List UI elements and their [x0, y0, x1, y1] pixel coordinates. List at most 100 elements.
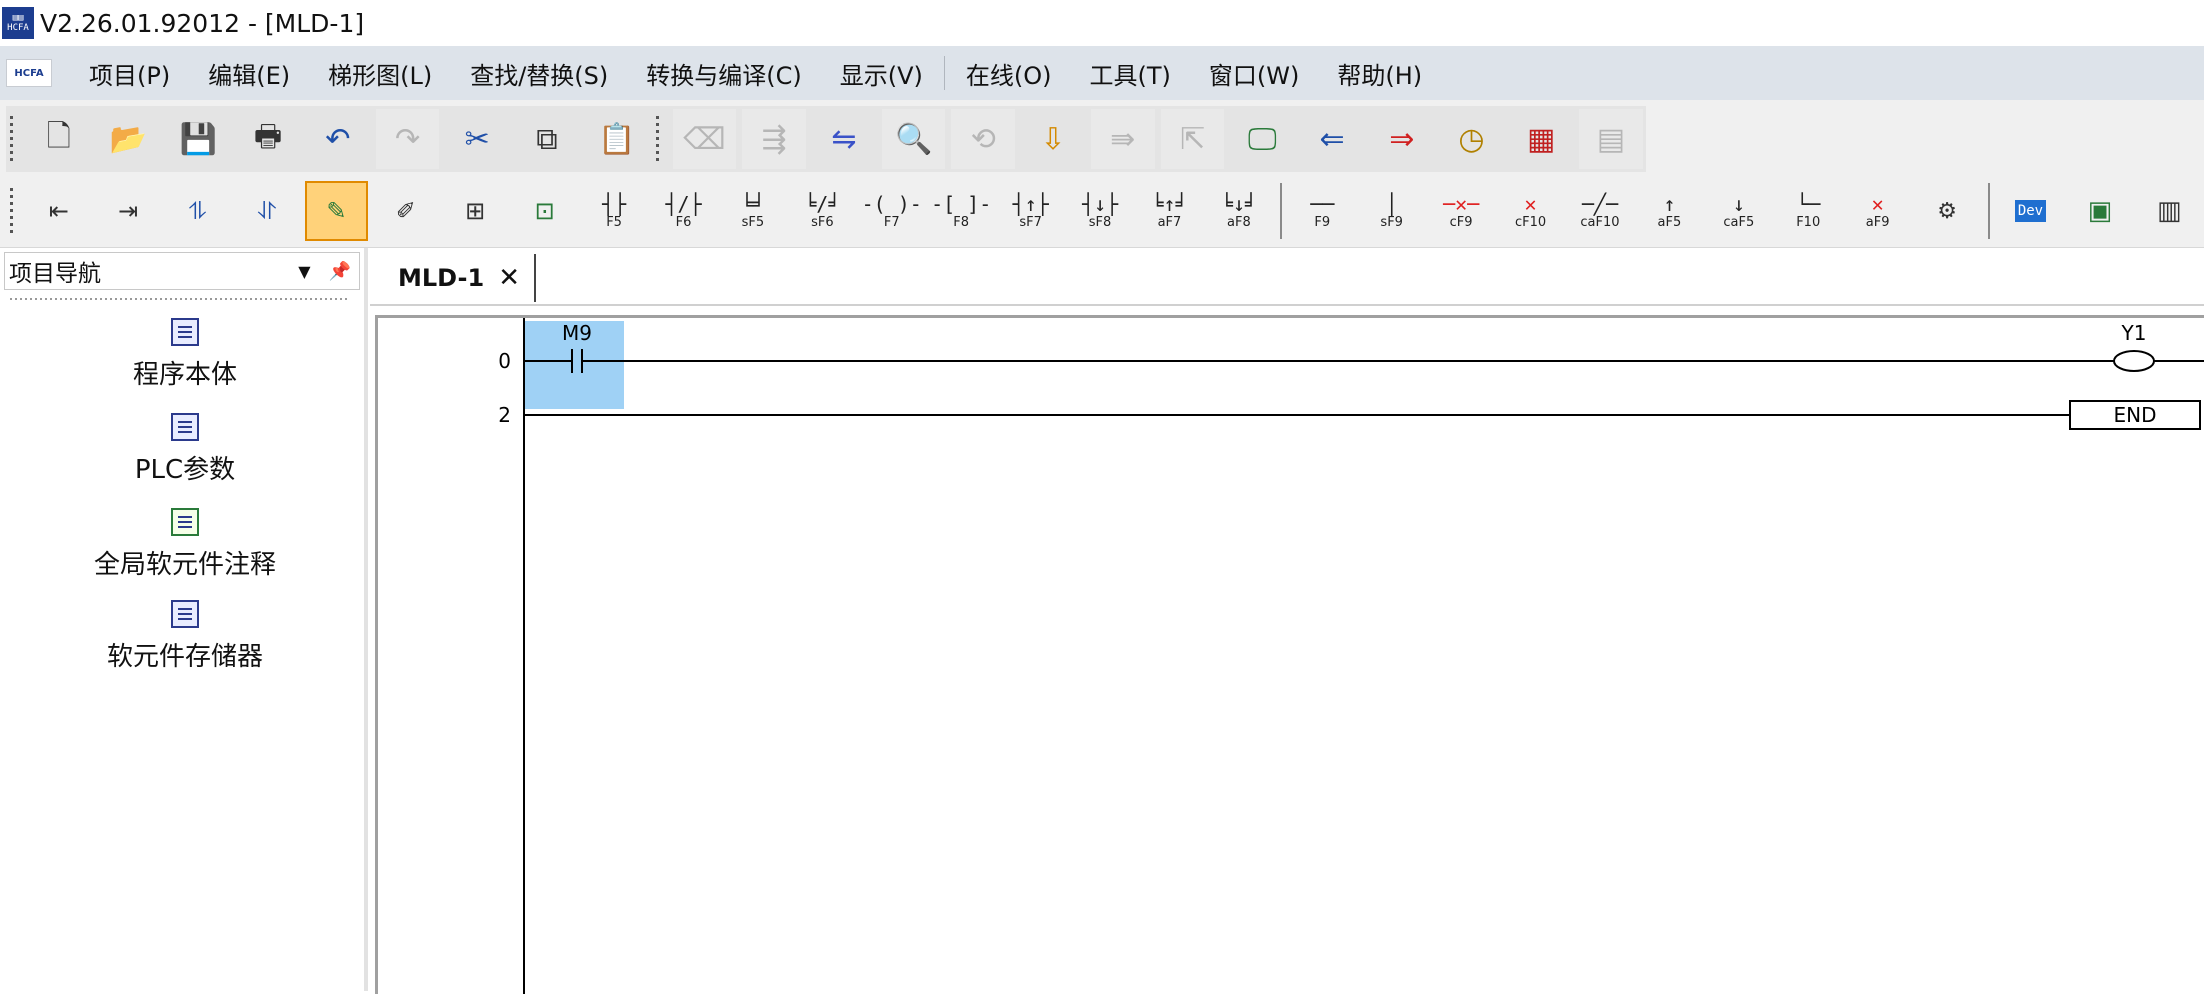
- toolbar-separator: [1987, 183, 1990, 239]
- draw-line-icon: └─: [1796, 191, 1821, 216]
- nav-item-plc-params[interactable]: PLC参数: [40, 413, 330, 486]
- end-instruction-label: END: [2114, 403, 2157, 427]
- rising-pulse-button[interactable]: ┤↑├ sF7: [999, 181, 1062, 241]
- find-icon[interactable]: 🔍: [881, 109, 946, 169]
- note-icon[interactable]: ▥: [2138, 181, 2201, 241]
- coil-button[interactable]: -( )- F7: [860, 181, 923, 241]
- invert-result-icon: ─╱─: [1581, 191, 1619, 216]
- operation-falling-button[interactable]: ↓ caF5: [1707, 181, 1770, 241]
- coil-device-label[interactable]: Y1: [2121, 321, 2147, 345]
- new-file-icon[interactable]: 🗋: [27, 109, 91, 169]
- draw-line-button[interactable]: └─ F10: [1777, 181, 1840, 241]
- device-monitor-icon[interactable]: ▦: [1509, 109, 1573, 169]
- ladder-editor[interactable]: 0 M9 Y1 2 END: [375, 315, 2204, 994]
- monitor-clock-icon[interactable]: ◷: [1440, 109, 1504, 169]
- parallel-falling-button[interactable]: ╘↓╛ aF8: [1207, 181, 1270, 241]
- write-to-plc-icon[interactable]: ⇒: [1370, 109, 1434, 169]
- menu-help[interactable]: 帮助(H): [1318, 46, 1441, 100]
- operation-rising-icon: ↑: [1663, 191, 1676, 216]
- project-navigation-panel: 项目导航 ▼ 📌 程序本体 PLC参数 全局软元件注释 软元件存储器: [0, 248, 368, 991]
- delete-row-icon[interactable]: ⥮: [166, 181, 229, 241]
- menu-tools[interactable]: 工具(T): [1071, 46, 1190, 100]
- save-icon[interactable]: 💾: [166, 109, 230, 169]
- global-comments-icon: [171, 508, 199, 536]
- parallel-rising-button[interactable]: ╘↑╛ aF7: [1138, 181, 1201, 241]
- device-search-icon[interactable]: ▤: [1579, 109, 1643, 169]
- undo-icon[interactable]: ↶: [306, 109, 370, 169]
- instruction-icon: -[ ]-: [931, 191, 992, 216]
- toolbar-grip[interactable]: [10, 116, 16, 162]
- read-from-plc-icon[interactable]: ⇐: [1300, 109, 1364, 169]
- delete-line-icon: ✕: [1871, 191, 1884, 216]
- write-mode-icon[interactable]: ✎: [304, 181, 369, 241]
- menu-ladder[interactable]: 梯形图(L): [309, 46, 451, 100]
- falling-pulse-button[interactable]: ┤↓├ sF8: [1068, 181, 1131, 241]
- output-coil[interactable]: [2113, 350, 2155, 372]
- delete-column-icon[interactable]: ⥯: [235, 181, 298, 241]
- toolbar-grip[interactable]: [10, 188, 16, 234]
- comment-edit-icon[interactable]: ⚙: [1915, 181, 1978, 241]
- toolbar-grip[interactable]: [655, 116, 662, 162]
- menu-logo-icon[interactable]: HCFA: [6, 59, 52, 87]
- ladder-toolbar: ⇤ ⇥ ⥮ ⥯ ✎ ✐ ⊞ ⊡ ┤├ F5 ┤/├ F6 ╘╛ sF5 ╘/╛ sF6 …: [0, 175, 2204, 248]
- menu-separator: [943, 56, 945, 90]
- nav-item-global-comments[interactable]: 全局软元件注释: [40, 508, 330, 581]
- rung-step-number: 0: [498, 349, 511, 373]
- menu-edit[interactable]: 编辑(E): [189, 46, 309, 100]
- delete-horizontal-line-icon: ─✕─: [1443, 191, 1480, 216]
- app-logo-icon: ▤▤ HCFA: [2, 7, 34, 39]
- cut-icon[interactable]: ✂: [445, 109, 509, 169]
- delete-line-button[interactable]: ✕ aF9: [1846, 181, 1909, 241]
- delete-horizontal-line-button[interactable]: ─✕─ cF9: [1429, 181, 1492, 241]
- copy-icon[interactable]: ⧉: [515, 109, 579, 169]
- parallel-no-button[interactable]: ╘╛ sF5: [721, 181, 784, 241]
- dropdown-arrow-icon[interactable]: ▼: [298, 262, 310, 281]
- nav-item-program[interactable]: 程序本体: [40, 318, 330, 391]
- contact-no-icon: ┤├: [602, 191, 627, 216]
- compile-icon[interactable]: ⇱: [1160, 109, 1225, 169]
- parallel-nc-button[interactable]: ╘/╛ sF6: [791, 181, 854, 241]
- nav-item-device-memory[interactable]: 软元件存储器: [40, 600, 330, 673]
- operation-rising-button[interactable]: ↑ aF5: [1638, 181, 1701, 241]
- vertical-line-button[interactable]: │ sF9: [1360, 181, 1423, 241]
- ladder-compare-icon[interactable]: ⇋: [812, 109, 876, 169]
- rung-step-number: 2: [498, 403, 511, 427]
- contact-device-label[interactable]: M9: [562, 321, 592, 345]
- menu-find-replace[interactable]: 查找/替换(S): [451, 46, 627, 100]
- menu-view[interactable]: 显示(V): [821, 46, 942, 100]
- invert-result-button[interactable]: ─╱─ caF10: [1568, 181, 1631, 241]
- insert-row-icon[interactable]: ⇤: [27, 181, 90, 241]
- application-instruction-button[interactable]: -[ ]- F8: [929, 181, 992, 241]
- print-icon[interactable]: 🖶: [236, 109, 300, 169]
- coil-icon: -( )-: [861, 191, 922, 216]
- insert-column-icon[interactable]: ⇥: [96, 181, 159, 241]
- insert-rung-icon[interactable]: ⇶: [742, 109, 807, 169]
- contact-no-button[interactable]: ┤├ F5: [582, 181, 645, 241]
- monitor-write-icon[interactable]: ⊡: [513, 181, 576, 241]
- menu-online[interactable]: 在线(O): [947, 46, 1071, 100]
- monitor-screen-icon[interactable]: 🖵: [1230, 109, 1294, 169]
- replace-icon[interactable]: ⟲: [951, 109, 1016, 169]
- tab-mld-1[interactable]: MLD-1 ✕: [384, 254, 536, 302]
- horizontal-line-button[interactable]: ── F9: [1291, 181, 1354, 241]
- standard-toolbar: 🗋 📂 💾 🖶 ↶ ↷ ✂ ⧉ 📋 ⌫ ⇶ ⇋ 🔍 ⟲ ⇩ ⇛ ⇱ 🖵 ⇐ ⇒ …: [0, 100, 2204, 175]
- paste-icon[interactable]: 📋: [585, 109, 649, 169]
- monitor-mode-icon[interactable]: ⊞: [444, 181, 507, 241]
- convert-all-icon[interactable]: ⇛: [1090, 109, 1155, 169]
- delete-rung-icon[interactable]: ⌫: [672, 109, 737, 169]
- parallel-falling-icon: ╘↓╛: [1220, 191, 1257, 216]
- read-mode-icon[interactable]: ✐: [374, 181, 437, 241]
- convert-icon[interactable]: ⇩: [1021, 109, 1085, 169]
- close-icon[interactable]: ✕: [498, 263, 520, 293]
- statement-icon[interactable]: ▣: [2068, 181, 2131, 241]
- pin-icon[interactable]: 📌: [329, 261, 351, 282]
- device-comment-button[interactable]: Dev: [1999, 181, 2062, 241]
- menu-project[interactable]: 项目(P): [70, 46, 189, 100]
- redo-icon[interactable]: ↷: [375, 109, 440, 169]
- delete-vertical-line-button[interactable]: ✕ cF10: [1499, 181, 1562, 241]
- menu-window[interactable]: 窗口(W): [1190, 46, 1318, 100]
- contact-nc-button[interactable]: ┤/├ F6: [652, 181, 715, 241]
- menu-convert-compile[interactable]: 转换与编译(C): [627, 46, 820, 100]
- open-file-icon[interactable]: 📂: [97, 109, 161, 169]
- horizontal-line-icon: ──: [1310, 191, 1335, 216]
